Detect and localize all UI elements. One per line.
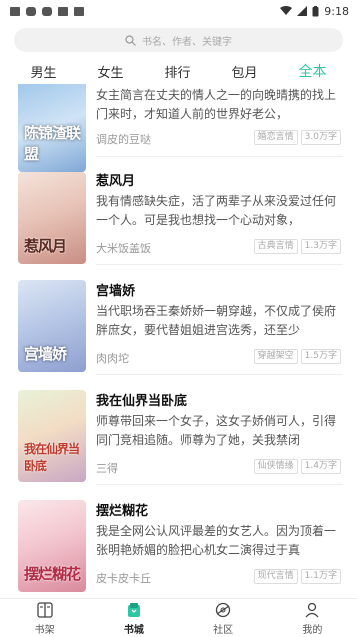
tab-female[interactable]: 女生 [93,60,127,83]
book-title: 惹风月 [96,174,136,189]
book-author: 肉肉坨 [96,352,129,365]
cover-title: 惹风月 [24,237,67,255]
word-count-tag: 1.5万字 [300,349,341,364]
nav-bookstore[interactable]: 书城 [104,601,164,636]
book-tags: 仙侠情缘 1.4万字 [253,459,341,474]
book-cover[interactable]: 宫墙娇 [18,280,86,372]
cover-title: 我在仙界当卧底 [24,442,80,473]
word-count-tag: 1.1万字 [300,569,341,584]
book-tags: 现代言情 1.1万字 [253,569,341,584]
book-description: 师尊带回来一个女子，这女子娇俏可人，引得同门竞相追随。师尊为了她，关我禁闭 [96,414,337,447]
nav-label: 书架 [34,624,55,636]
book-cover[interactable]: 摆烂糊花 [18,500,86,592]
category-tabs: 男生 女生 排行 包月 全本 [0,58,357,84]
genre-tag: 仙侠情缘 [253,459,298,474]
tab-monthly[interactable]: 包月 [227,60,261,83]
notification-icons [10,6,84,16]
divider [96,374,343,375]
tab-complete[interactable]: 全本 [294,59,330,83]
nav-profile[interactable]: 我的 [282,601,342,636]
search-placeholder: 书名、作者、关键字 [142,36,232,48]
file-notification-icon [58,6,68,16]
book-author: 皮卡皮卡丘 [96,572,151,585]
book-description: 我是全网公认风评最差的女艺人。因为顶着一张明艳娇媚的脸把心机女二演得过于真 [96,524,337,557]
book-item[interactable]: 陈锦渣联盟 女主简言在丈夫的情人之一的向晚晴携的找上门来时，才知道人前的世界好老… [0,84,357,172]
divider [96,264,343,265]
system-status: 9:18 [280,5,349,18]
book-cover[interactable]: 惹风月 [18,172,86,264]
nav-bookshelf[interactable]: 书架 [15,601,75,636]
book-item[interactable]: 宫墙娇 宫墙娇 当代职场吞王秦娇娇一朝穿越，不仅成了侯府胖庶女，要代替姐姐进宫选… [0,274,357,382]
book-tags: 古典言情 1.3万字 [253,239,341,254]
nav-label: 社区 [213,624,234,636]
word-count-tag: 3.0万字 [300,130,341,145]
status-bar: 9:18 [0,0,357,22]
search-icon [125,34,136,46]
cover-title: 宫墙娇 [24,345,67,363]
book-author: 大米饭盖饭 [96,242,151,255]
signal-icon [297,6,308,16]
book-author: 三得 [96,462,118,475]
book-tags: 婚恋言情 3.0万字 [253,130,341,145]
community-icon [215,602,231,617]
book-title: 摆烂糊花 [96,504,149,519]
divider [96,484,343,485]
book-cover[interactable]: 陈锦渣联盟 [18,84,86,172]
book-title: 宫墙娇 [96,284,136,299]
genre-tag: 穿越架空 [253,349,298,364]
nav-community[interactable]: 社区 [193,601,253,636]
book-tags: 穿越架空 1.5万字 [253,349,341,364]
genre-tag: 现代言情 [253,569,298,584]
battery-icon [312,5,319,16]
cloud-notification-icon [42,6,52,16]
book-item[interactable]: 惹风月 惹风月 我有情感缺失症，活了两辈子从来没爱过任何一个人。可是我也想找一个… [0,164,357,272]
tab-ranking[interactable]: 排行 [160,60,194,83]
genre-tag: 古典言情 [253,239,298,254]
cover-title: 摆烂糊花 [24,565,81,583]
book-description: 当代职场吞王秦娇娇一朝穿越，不仅成了侯府胖庶女，要代替姐姐进宫选秀，还至少 [96,304,337,337]
tab-male[interactable]: 男生 [26,60,60,83]
word-count-tag: 1.4万字 [300,459,341,474]
book-description: 女主简言在丈夫的情人之一的向晚晴携的找上门来时，才知道人前的世界好老公， [96,88,337,121]
nav-label: 我的 [302,624,323,636]
profile-icon [305,602,319,617]
a-notification-icon [74,6,84,16]
book-title: 我在仙界当卧底 [96,394,188,409]
book-description: 我有情感缺失症，活了两辈子从来没爱过任何一个人。可是我也想找一个心动对象， [96,194,337,227]
search-input[interactable]: 书名、作者、关键字 [14,28,343,52]
cover-title: 陈锦渣联盟 [24,124,81,163]
book-cover[interactable]: 我在仙界当卧底 [18,390,86,482]
book-item[interactable]: 摆烂糊花 摆烂糊花 我是全网公认风评最差的女艺人。因为顶着一张明艳娇媚的脸把心机… [0,494,357,596]
book-list[interactable]: 陈锦渣联盟 女主简言在丈夫的情人之一的向晚晴携的找上门来时，才知道人前的世界好老… [0,84,357,596]
book-author: 调皮的豆哒 [96,133,151,146]
image-notification-icon [10,6,20,16]
bottom-nav: 书架 书城 社区 我的 [0,598,357,637]
divider [96,156,343,157]
clock: 9:18 [324,4,349,18]
nav-label: 书城 [123,624,144,636]
book-item[interactable]: 我在仙界当卧底 我在仙界当卧底 师尊带回来一个女子，这女子娇俏可人，引得同门竞相… [0,384,357,492]
genre-tag: 婚恋言情 [253,130,298,145]
bookstore-icon [127,602,140,617]
word-count-tag: 1.3万字 [300,239,341,254]
wifi-icon [280,6,293,15]
bookshelf-icon [36,601,53,618]
app-notification-icon [26,6,36,16]
